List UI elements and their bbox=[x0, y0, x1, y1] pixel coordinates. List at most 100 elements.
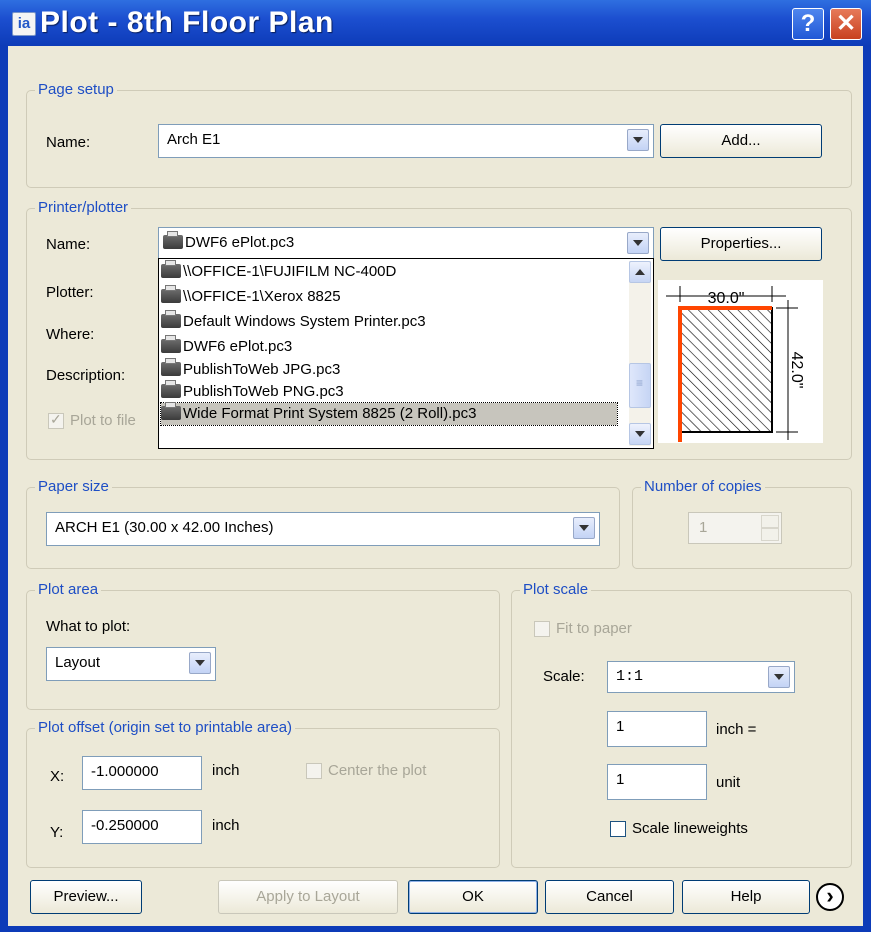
preview-button[interactable]: Preview... bbox=[30, 880, 142, 914]
offset-y-label: Y: bbox=[50, 824, 64, 841]
plot-offset-legend: Plot offset (origin set to printable are… bbox=[35, 719, 296, 736]
printer-name-select[interactable]: DWF6 ePlot.pc3 bbox=[158, 227, 654, 259]
list-item[interactable]: PublishToWeb JPG.pc3 bbox=[161, 358, 617, 381]
list-item-label: PublishToWeb PNG.pc3 bbox=[183, 383, 344, 400]
scale-select[interactable]: 1:1 bbox=[607, 661, 795, 693]
list-item-label: DWF6 ePlot.pc3 bbox=[183, 338, 293, 355]
list-item[interactable]: DWF6 ePlot.pc3 bbox=[161, 335, 617, 358]
paper-size-select[interactable]: ARCH E1 (30.00 x 42.00 Inches) bbox=[46, 512, 600, 546]
scale-label: Scale: bbox=[543, 668, 585, 685]
paper-preview-drawing: 30.0" 42.0" bbox=[666, 286, 805, 442]
window-frame-right bbox=[863, 46, 871, 932]
window-frame-bottom bbox=[0, 926, 871, 932]
plotter-icon bbox=[161, 358, 181, 376]
help-button[interactable]: Help bbox=[682, 880, 810, 914]
fit-to-paper-label: Fit to paper bbox=[556, 620, 632, 637]
what-to-plot-value: Layout bbox=[55, 654, 101, 671]
window-frame-left bbox=[0, 46, 8, 932]
window-title: Plot - 8th Floor Plan bbox=[40, 6, 334, 39]
chevron-down-icon[interactable] bbox=[627, 129, 649, 151]
scale-lineweights-checkbox[interactable] bbox=[610, 821, 626, 837]
plotter-icon bbox=[161, 285, 181, 303]
preview-height-text: 42.0" bbox=[788, 352, 805, 389]
list-item-label: PublishToWeb JPG.pc3 bbox=[183, 361, 341, 378]
spin-up-icon[interactable] bbox=[761, 515, 779, 528]
list-item-label: Default Windows System Printer.pc3 bbox=[183, 313, 426, 330]
copies-legend: Number of copies bbox=[641, 478, 765, 495]
plotter-icon bbox=[161, 402, 181, 420]
copies-value: 1 bbox=[699, 519, 708, 536]
paper-size-legend: Paper size bbox=[35, 478, 112, 495]
copies-spinner[interactable]: 1 bbox=[688, 512, 782, 544]
inch-input[interactable]: 1 bbox=[607, 711, 707, 747]
preview-width-text: 30.0" bbox=[708, 290, 745, 307]
plotter-icon bbox=[161, 335, 181, 353]
list-item-label: \\OFFICE-1\Xerox 8825 bbox=[183, 288, 341, 305]
printer-plotter-legend: Printer/plotter bbox=[35, 199, 132, 216]
unit-input[interactable]: 1 bbox=[607, 764, 707, 800]
add-button[interactable]: Add... bbox=[660, 124, 822, 158]
plot-to-file-checkbox[interactable] bbox=[48, 411, 64, 429]
plot-offset-group: Plot offset (origin set to printable are… bbox=[26, 719, 500, 868]
page-setup-name-label: Name: bbox=[46, 134, 91, 151]
fit-to-paper-checkbox[interactable] bbox=[534, 621, 550, 637]
what-to-plot-label: What to plot: bbox=[46, 618, 131, 635]
cancel-button[interactable]: Cancel bbox=[545, 880, 674, 914]
list-item-label: Wide Format Print System 8825 (2 Roll).p… bbox=[183, 405, 477, 422]
app-icon: ia bbox=[12, 12, 36, 36]
list-scrollbar[interactable] bbox=[629, 261, 651, 446]
description-label: Description: bbox=[46, 367, 126, 384]
unit-value: 1 bbox=[616, 771, 625, 788]
center-plot-checkbox[interactable] bbox=[306, 763, 322, 779]
chevron-down-icon[interactable] bbox=[627, 232, 649, 254]
offset-y-value: -0.250000 bbox=[91, 817, 159, 834]
scroll-thumb[interactable] bbox=[629, 363, 651, 408]
chevron-down-icon[interactable] bbox=[189, 652, 211, 674]
where-label: Where: bbox=[46, 326, 95, 343]
list-item-selected[interactable]: Wide Format Print System 8825 (2 Roll).p… bbox=[160, 402, 618, 426]
title-bar[interactable]: ia Plot - 8th Floor Plan ? ✕ bbox=[0, 0, 871, 46]
plotter-icon bbox=[161, 310, 181, 328]
close-button[interactable]: ✕ bbox=[830, 8, 862, 40]
list-item-label: \\OFFICE-1\FUJIFILM NC-400D bbox=[183, 263, 397, 280]
plot-scale-legend: Plot scale bbox=[520, 581, 592, 598]
plot-to-file-label: Plot to file bbox=[70, 412, 136, 429]
printer-name-current: DWF6 ePlot.pc3 bbox=[163, 231, 295, 251]
printer-dropdown-list[interactable]: \\OFFICE-1\FUJIFILM NC-400D \\OFFICE-1\X… bbox=[158, 258, 654, 449]
offset-x-label: X: bbox=[50, 768, 65, 785]
printer-name-label: Name: bbox=[46, 236, 91, 253]
printer-name-value: DWF6 ePlot.pc3 bbox=[185, 234, 295, 251]
paper-size-value: ARCH E1 (30.00 x 42.00 Inches) bbox=[55, 519, 274, 536]
offset-y-input[interactable]: -0.250000 bbox=[82, 810, 202, 844]
list-item[interactable]: \\OFFICE-1\Xerox 8825 bbox=[161, 285, 617, 308]
plotter-icon bbox=[161, 380, 181, 398]
paper-sheet bbox=[679, 307, 773, 433]
plot-dialog: ia Plot - 8th Floor Plan ? ✕ Page setup … bbox=[0, 0, 871, 932]
paper-preview: 30.0" 42.0" bbox=[658, 280, 823, 443]
properties-button[interactable]: Properties... bbox=[660, 227, 822, 261]
plotter-icon bbox=[163, 231, 183, 249]
plotter-label: Plotter: bbox=[46, 284, 94, 301]
scale-value: 1:1 bbox=[616, 668, 644, 685]
ok-button[interactable]: OK bbox=[408, 880, 538, 914]
what-to-plot-select[interactable]: Layout bbox=[46, 647, 216, 681]
page-setup-name-select[interactable]: Arch E1 bbox=[158, 124, 654, 158]
page-setup-legend: Page setup bbox=[35, 81, 117, 98]
unit-label: unit bbox=[716, 774, 741, 791]
title-help-button[interactable]: ? bbox=[792, 8, 824, 40]
more-options-icon[interactable]: › bbox=[816, 883, 844, 911]
spin-down-icon[interactable] bbox=[761, 528, 779, 541]
list-item[interactable]: PublishToWeb PNG.pc3 bbox=[161, 380, 617, 403]
scroll-down-icon[interactable] bbox=[629, 423, 651, 445]
list-item[interactable]: \\OFFICE-1\FUJIFILM NC-400D bbox=[161, 260, 617, 283]
apply-to-layout-button[interactable]: Apply to Layout bbox=[218, 880, 398, 914]
scroll-up-icon[interactable] bbox=[629, 261, 651, 283]
list-item[interactable]: Default Windows System Printer.pc3 bbox=[161, 310, 617, 333]
offset-x-unit: inch bbox=[212, 762, 240, 779]
inch-equals-label: inch = bbox=[716, 721, 757, 738]
offset-x-input[interactable]: -1.000000 bbox=[82, 756, 202, 790]
chevron-down-icon[interactable] bbox=[768, 666, 790, 688]
chevron-down-icon[interactable] bbox=[573, 517, 595, 539]
plot-area-legend: Plot area bbox=[35, 581, 102, 598]
scale-lineweights-label: Scale lineweights bbox=[632, 820, 748, 837]
